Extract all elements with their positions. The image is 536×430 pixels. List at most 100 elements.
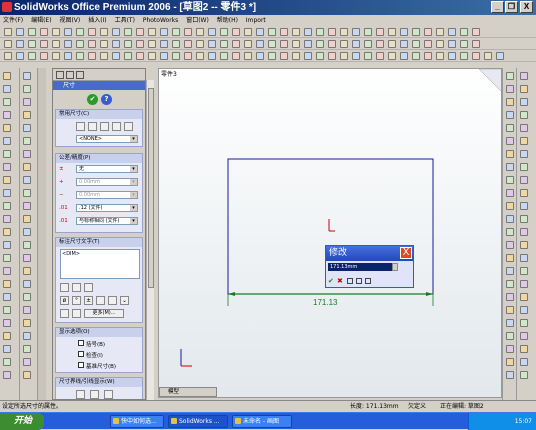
square-symbol-icon[interactable] bbox=[108, 296, 117, 305]
arrow-inside-icon[interactable] bbox=[90, 390, 99, 399]
dim-text-header[interactable]: 标注尺寸文字(T) bbox=[56, 238, 142, 247]
view-toolbar-button[interactable] bbox=[52, 40, 60, 48]
menu-import[interactable]: Import bbox=[243, 15, 269, 26]
sketch-toolbar-button[interactable] bbox=[112, 52, 120, 60]
modify-value-input[interactable]: 171.13mm bbox=[328, 263, 392, 271]
sketch-tools-toolbar-button[interactable] bbox=[520, 215, 528, 223]
counterbore-symbol-icon[interactable] bbox=[60, 309, 69, 318]
left-toolbar-button[interactable] bbox=[3, 280, 11, 288]
sketch-toolbar-button[interactable] bbox=[124, 52, 132, 60]
left-toolbar-button[interactable] bbox=[3, 124, 11, 132]
sketch-toolbar-button[interactable] bbox=[340, 52, 348, 60]
right-toolbar-button[interactable] bbox=[506, 124, 514, 132]
standard-toolbar-button[interactable] bbox=[364, 28, 372, 36]
right-toolbar-button[interactable] bbox=[506, 358, 514, 366]
delete-style-icon[interactable] bbox=[100, 122, 109, 131]
view-toolbar-button[interactable] bbox=[448, 40, 456, 48]
right-toolbar-button[interactable] bbox=[506, 319, 514, 327]
standard-toolbar-button[interactable] bbox=[460, 28, 468, 36]
left-toolbar-button[interactable] bbox=[3, 319, 11, 327]
standard-toolbar-button[interactable] bbox=[172, 28, 180, 36]
standard-toolbar-button[interactable] bbox=[220, 28, 228, 36]
right-toolbar-button[interactable] bbox=[506, 98, 514, 106]
standard-toolbar-button[interactable] bbox=[448, 28, 456, 36]
right-toolbar-button[interactable] bbox=[506, 293, 514, 301]
view-toolbar-button[interactable] bbox=[436, 40, 444, 48]
menu-edit[interactable]: 编辑(E) bbox=[28, 15, 54, 26]
sketch-tools-toolbar-button[interactable] bbox=[520, 189, 528, 197]
right-toolbar-button[interactable] bbox=[506, 241, 514, 249]
view-toolbar-button[interactable] bbox=[172, 40, 180, 48]
right-toolbar-button[interactable] bbox=[506, 228, 514, 236]
basic-dim-checkbox[interactable] bbox=[78, 362, 84, 368]
sketch-tools-toolbar-button[interactable] bbox=[520, 228, 528, 236]
left-toolbar-2-button[interactable] bbox=[23, 267, 31, 275]
view-toolbar-button[interactable] bbox=[16, 40, 24, 48]
sketch-toolbar-button[interactable] bbox=[76, 52, 84, 60]
standard-toolbar-button[interactable] bbox=[316, 28, 324, 36]
model-tab[interactable]: 模型 bbox=[159, 387, 217, 397]
standard-toolbar-button[interactable] bbox=[148, 28, 156, 36]
left-toolbar-2-button[interactable] bbox=[23, 228, 31, 236]
view-toolbar-button[interactable] bbox=[64, 40, 72, 48]
left-toolbar-button[interactable] bbox=[3, 111, 11, 119]
view-toolbar-button[interactable] bbox=[196, 40, 204, 48]
modify-reverse-icon[interactable] bbox=[356, 278, 362, 284]
sketch-toolbar-button[interactable] bbox=[280, 52, 288, 60]
align-left-icon[interactable] bbox=[60, 283, 69, 292]
view-toolbar-button[interactable] bbox=[256, 40, 264, 48]
view-toolbar-button[interactable] bbox=[160, 40, 168, 48]
view-toolbar-button[interactable] bbox=[28, 40, 36, 48]
left-toolbar-2-button[interactable] bbox=[23, 306, 31, 314]
standard-toolbar-button[interactable] bbox=[112, 28, 120, 36]
standard-toolbar-button[interactable] bbox=[16, 28, 24, 36]
sketch-tools-toolbar-button[interactable] bbox=[520, 150, 528, 158]
sketch-tools-toolbar-button[interactable] bbox=[520, 254, 528, 262]
left-toolbar-2-button[interactable] bbox=[23, 358, 31, 366]
sketch-toolbar-button[interactable] bbox=[160, 52, 168, 60]
sketch-toolbar-button[interactable] bbox=[424, 52, 432, 60]
left-toolbar-2-button[interactable] bbox=[23, 332, 31, 340]
standard-toolbar-button[interactable] bbox=[196, 28, 204, 36]
sketch-toolbar-button[interactable] bbox=[40, 52, 48, 60]
common-dims-header[interactable]: 常用尺寸(C) bbox=[56, 110, 142, 119]
sketch-toolbar-button[interactable] bbox=[328, 52, 336, 60]
view-toolbar-button[interactable] bbox=[148, 40, 156, 48]
left-toolbar-button[interactable] bbox=[3, 332, 11, 340]
right-toolbar-button[interactable] bbox=[506, 267, 514, 275]
sketch-toolbar-button[interactable] bbox=[220, 52, 228, 60]
menu-file[interactable]: 文件(F) bbox=[0, 15, 26, 26]
sketch-toolbar-button[interactable] bbox=[232, 52, 240, 60]
left-toolbar-button[interactable] bbox=[3, 189, 11, 197]
view-toolbar-button[interactable] bbox=[316, 40, 324, 48]
sketch-toolbar-button[interactable] bbox=[460, 52, 468, 60]
modify-ok-icon[interactable]: ✔ bbox=[328, 277, 334, 285]
tolerance-type-select[interactable]: 无 bbox=[76, 165, 138, 173]
sketch-tools-toolbar-button[interactable] bbox=[520, 111, 528, 119]
feature-tree-tab-icon[interactable] bbox=[56, 71, 64, 79]
menu-view[interactable]: 视图(V) bbox=[56, 15, 83, 26]
left-toolbar-button[interactable] bbox=[3, 85, 11, 93]
right-toolbar-button[interactable] bbox=[506, 332, 514, 340]
menu-photoworks[interactable]: PhotoWorks bbox=[140, 15, 181, 26]
standard-toolbar-button[interactable] bbox=[160, 28, 168, 36]
left-toolbar-button[interactable] bbox=[3, 215, 11, 223]
sketch-toolbar-button[interactable] bbox=[148, 52, 156, 60]
help-button[interactable]: ? bbox=[101, 94, 112, 105]
property-tab-icon[interactable] bbox=[66, 71, 74, 79]
sketch-tools-toolbar-button[interactable] bbox=[520, 345, 528, 353]
restore-button[interactable]: ❐ bbox=[505, 1, 518, 13]
sketch-toolbar-button[interactable] bbox=[364, 52, 372, 60]
right-toolbar-button[interactable] bbox=[506, 280, 514, 288]
standard-toolbar-button[interactable] bbox=[472, 28, 480, 36]
menu-help[interactable]: 帮助(H) bbox=[214, 15, 241, 26]
left-toolbar-2-button[interactable] bbox=[23, 293, 31, 301]
sketch-tools-toolbar-button[interactable] bbox=[520, 306, 528, 314]
standard-toolbar-button[interactable] bbox=[244, 28, 252, 36]
lower-tolerance-field[interactable]: 0.00mm bbox=[76, 191, 138, 199]
right-toolbar-button[interactable] bbox=[506, 176, 514, 184]
standard-toolbar-button[interactable] bbox=[256, 28, 264, 36]
view-toolbar-button[interactable] bbox=[292, 40, 300, 48]
view-toolbar-button[interactable] bbox=[232, 40, 240, 48]
sketch-toolbar-button[interactable] bbox=[184, 52, 192, 60]
